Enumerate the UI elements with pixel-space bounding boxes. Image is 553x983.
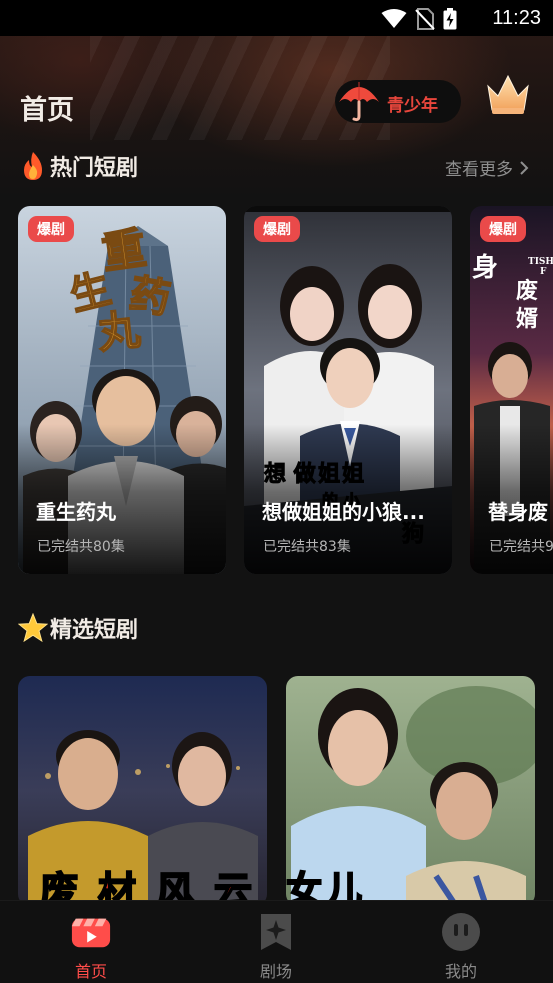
drama-title: 想做姐姐的小狼... bbox=[262, 500, 425, 524]
drama-card[interactable]: 想 做 姐 姐 的 小 狗 爆剧 想做姐姐的小狼... 已完结共83集 bbox=[244, 206, 452, 574]
flame-icon bbox=[24, 152, 42, 180]
svg-text:废: 废 bbox=[516, 278, 538, 304]
tab-theater[interactable]: 剧场 bbox=[216, 901, 336, 983]
see-more-label: 查看更多 bbox=[445, 160, 513, 180]
crown-icon[interactable] bbox=[484, 70, 532, 118]
sparkle-icon bbox=[261, 914, 291, 950]
featured-drama-card[interactable]: 废材风云 bbox=[18, 676, 267, 906]
hot-badge: 爆剧 bbox=[254, 216, 300, 242]
poster-image: 废材风云 bbox=[18, 676, 267, 906]
tab-profile[interactable]: 我的 bbox=[401, 901, 521, 983]
svg-text:身: 身 bbox=[472, 252, 498, 283]
clapperboard-icon bbox=[71, 918, 111, 948]
poster-image: 女儿 bbox=[286, 676, 535, 906]
status-icons bbox=[381, 8, 457, 30]
tab-label: 首页 bbox=[74, 962, 107, 981]
drama-card[interactable]: 重 生 药 丸 爆剧 重生药丸 已完结共80集 bbox=[18, 206, 226, 574]
episode-count: 已完结共83集 bbox=[263, 539, 351, 555]
star-icon bbox=[18, 613, 48, 643]
svg-text:婿: 婿 bbox=[516, 306, 538, 332]
featured-section-header: 精选短剧 bbox=[18, 612, 138, 644]
youth-mode-label: 青少年 bbox=[387, 96, 438, 116]
svg-text:丸: 丸 bbox=[95, 305, 143, 358]
svg-text:F: F bbox=[540, 267, 547, 277]
profile-face-icon bbox=[442, 913, 480, 951]
page-title: 首页 bbox=[20, 95, 74, 126]
episode-count: 已完结共80集 bbox=[37, 539, 125, 555]
featured-drama-card[interactable]: 女儿 bbox=[286, 676, 535, 906]
umbrella-icon bbox=[339, 82, 379, 122]
hot-badge: 爆剧 bbox=[480, 216, 526, 242]
drama-title: 替身废 bbox=[488, 500, 548, 524]
tab-label: 我的 bbox=[444, 962, 477, 981]
featured-section-title: 精选短剧 bbox=[50, 618, 139, 643]
status-time: 11:23 bbox=[492, 7, 541, 29]
status-bar: 11:23 bbox=[0, 0, 553, 36]
hot-badge: 爆剧 bbox=[28, 216, 74, 242]
battery-charging-icon bbox=[443, 8, 457, 30]
see-more-link[interactable]: 查看更多 bbox=[445, 155, 529, 180]
chevron-right-icon bbox=[520, 160, 529, 175]
hot-section-header: 热门短剧 bbox=[18, 150, 138, 182]
bottom-tab-bar: 首页 剧场 我的 bbox=[0, 900, 553, 983]
svg-text:TISH: TISH bbox=[528, 257, 553, 267]
tab-label: 剧场 bbox=[259, 962, 292, 981]
youth-mode-button[interactable]: 青少年 bbox=[335, 80, 461, 123]
tab-home[interactable]: 首页 bbox=[31, 901, 151, 983]
hot-section-title: 热门短剧 bbox=[50, 156, 139, 181]
episode-count: 已完结共9 bbox=[489, 539, 553, 555]
drama-title: 重生药丸 bbox=[36, 500, 116, 524]
no-sim-icon bbox=[415, 8, 435, 30]
drama-card[interactable]: 身 废 婿 TISH F 爆剧 替身废 已完结共9 bbox=[470, 206, 553, 574]
wifi-icon bbox=[381, 9, 407, 28]
